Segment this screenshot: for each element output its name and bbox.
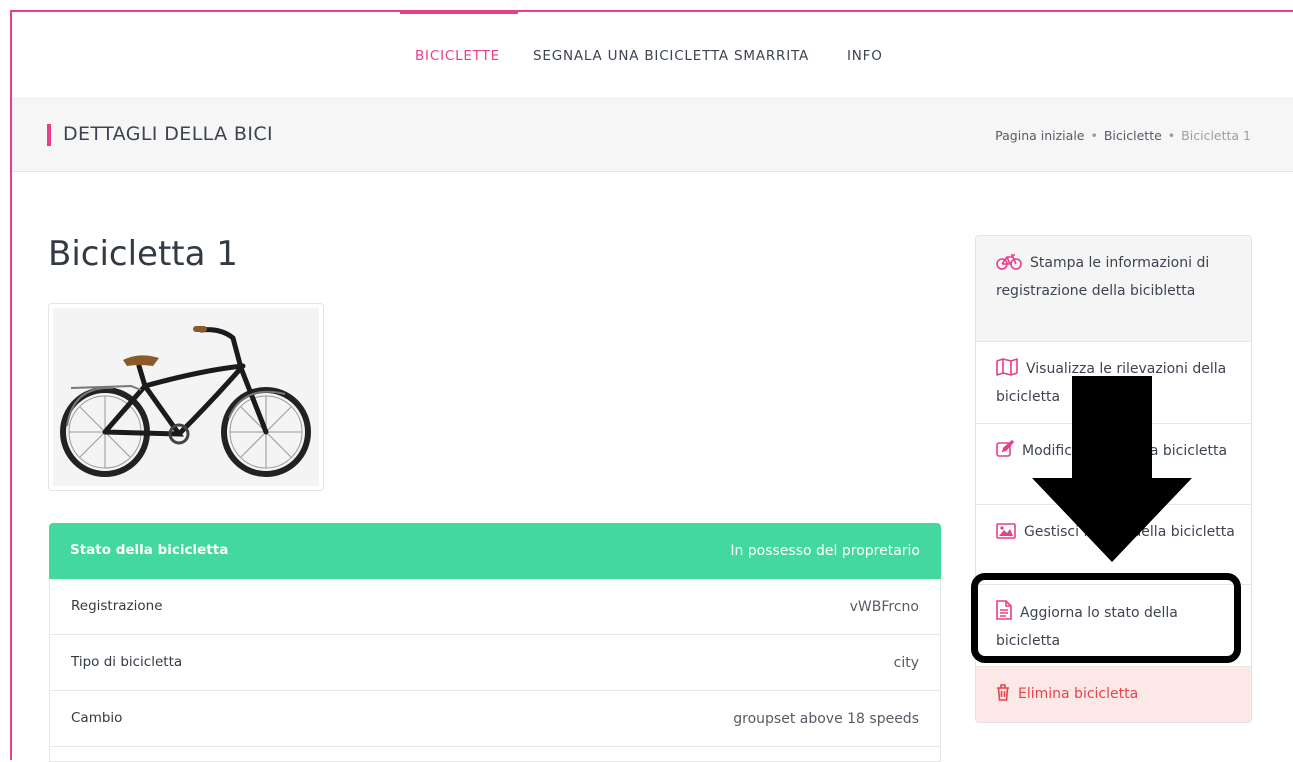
sidebar-item-update-status[interactable]: Aggiorna lo stato della bicicletta: [976, 585, 1251, 667]
bicycle-illustration: [53, 308, 319, 486]
sidebar-item-edit[interactable]: Modifica i dati della bicicletta: [976, 424, 1251, 505]
nav-item-biciclette[interactable]: BICICLETTE: [415, 48, 500, 64]
sidebar-item-label: Modifica i dati della bicicletta: [1022, 443, 1228, 459]
page-title-bar: DETTAGLI DELLA BICI Pagina iniziale • Bici…: [12, 98, 1293, 172]
image-icon: [996, 523, 1016, 548]
sidebar-item-manage-photos[interactable]: Gestisci le foto della bicicletta: [976, 505, 1251, 585]
sidebar-item-view-detections[interactable]: Visualizza le rilevazioni della biciclet…: [976, 342, 1251, 424]
breadcrumb-home[interactable]: Pagina iniziale: [995, 128, 1084, 143]
trash-icon: [996, 684, 1010, 710]
table-row: Registrazione vWBFrcno: [49, 579, 941, 635]
bike-title: Bicicletta 1: [48, 234, 238, 274]
sidebar-item-label: Gestisci le foto della bicicletta: [1024, 524, 1235, 540]
sidebar-item-label: Visualizza le rilevazioni della biciclet…: [996, 361, 1227, 405]
row-label: Tipo di bicicletta: [71, 654, 183, 670]
map-icon: [996, 358, 1018, 385]
sidebar-item-delete[interactable]: Elimina bicicletta: [976, 667, 1251, 722]
breadcrumb-separator: •: [1167, 128, 1176, 143]
sidebar-item-label: Elimina bicicletta: [1018, 686, 1139, 702]
breadcrumb-biciclette[interactable]: Biciclette: [1104, 128, 1162, 143]
bike-details-table: Stato della bicicletta In possesso del p…: [49, 523, 941, 762]
bike-actions-sidebar: Stampa le informazioni di registrazione …: [975, 235, 1252, 723]
edit-icon: [996, 439, 1015, 467]
breadcrumb: Pagina iniziale • Biciclette • Bicicletta 1: [995, 128, 1251, 143]
table-row: Cambio groupset above 18 speeds: [49, 691, 941, 747]
document-icon: [996, 600, 1012, 629]
bike-photo: [48, 303, 324, 491]
page-title: DETTAGLI DELLA BICI: [63, 123, 274, 145]
row-value: city: [893, 655, 919, 671]
row-label: Registrazione: [71, 598, 163, 614]
status-row: Stato della bicicletta In possesso del p…: [49, 523, 941, 579]
top-nav: BICICLETTE SEGNALA UNA BICICLETTA SMARRI…: [12, 12, 1293, 98]
nav-item-segnala[interactable]: SEGNALA UNA BICICLETTA SMARRITA: [533, 48, 809, 64]
row-value: vWBFrcno: [849, 599, 919, 615]
breadcrumb-current: Bicicletta 1: [1181, 128, 1251, 143]
title-accent-bar: [47, 124, 51, 146]
status-label: Stato della bicicletta: [70, 542, 229, 558]
breadcrumb-separator: •: [1090, 128, 1098, 143]
status-value: In possesso del propretario: [730, 543, 920, 559]
sidebar-item-print-info[interactable]: Stampa le informazioni di registrazione …: [976, 236, 1251, 342]
row-label: Cambio: [71, 710, 123, 726]
table-row: Tipo di bicicletta city: [49, 635, 941, 691]
row-value: groupset above 18 speeds: [733, 711, 919, 727]
sidebar-item-label: Aggiorna lo stato della bicicletta: [996, 605, 1178, 649]
nav-item-info[interactable]: INFO: [847, 48, 883, 64]
bicycle-icon: [996, 254, 1022, 279]
nav-active-indicator: [400, 11, 518, 14]
sidebar-item-label: Stampa le informazioni di registrazione …: [996, 255, 1210, 299]
